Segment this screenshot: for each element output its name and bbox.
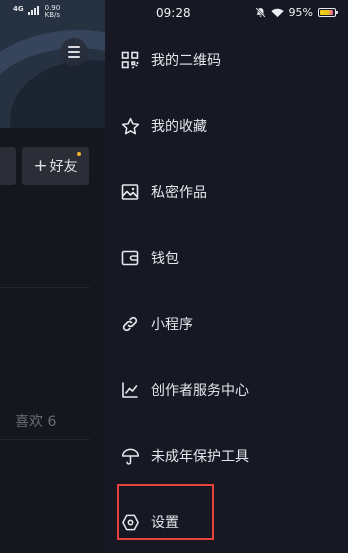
mute-bell-icon <box>254 7 266 18</box>
menu-item-label: 钱包 <box>151 251 179 267</box>
wallet-icon <box>120 248 140 268</box>
umbrella-icon <box>120 446 140 466</box>
battery-icon <box>318 8 338 17</box>
menu-item-minor-protection[interactable]: 未成年保护工具 <box>120 441 249 471</box>
signal-icon <box>27 6 39 15</box>
status-bar-network: 4G 0.90 KB/s <box>13 5 60 19</box>
settings-highlight-box <box>117 484 214 540</box>
menu-item-creator-center[interactable]: 创作者服务中心 <box>120 375 249 405</box>
tab-likes[interactable]: 喜欢 6 <box>15 411 56 431</box>
status-bar-right: 95% <box>254 6 338 19</box>
menu-item-label: 私密作品 <box>151 185 207 201</box>
menu-item-favorites[interactable]: 我的收藏 <box>120 111 207 141</box>
screen: + 好友 喜欢 6 4G 0.90 KB/s 09:28 95% 我的二维码 我… <box>0 0 348 553</box>
plus-icon: + <box>33 155 48 176</box>
menu-item-label: 未成年保护工具 <box>151 449 249 465</box>
menu-item-mini-programs[interactable]: 小程序 <box>120 309 193 339</box>
qr-code-icon <box>120 50 140 70</box>
menu-item-qr-code[interactable]: 我的二维码 <box>120 45 221 75</box>
profile-banner <box>0 0 105 128</box>
edit-profile-button[interactable] <box>0 147 16 185</box>
menu-item-label: 小程序 <box>151 317 193 333</box>
add-friend-label: 好友 <box>49 159 78 175</box>
star-icon <box>120 116 140 136</box>
image-icon <box>120 182 140 202</box>
chart-icon <box>120 380 140 400</box>
status-time: 09:28 <box>156 6 191 20</box>
wifi-icon <box>270 8 284 17</box>
add-friend-button[interactable]: + 好友 <box>22 147 89 185</box>
menu-item-label: 创作者服务中心 <box>151 383 249 399</box>
menu-item-private-works[interactable]: 私密作品 <box>120 177 207 207</box>
divider <box>0 287 90 288</box>
battery-percent: 95% <box>288 6 313 19</box>
network-speed: 0.90 KB/s <box>44 4 61 19</box>
notification-dot <box>77 152 81 156</box>
network-type: 4G <box>13 5 24 13</box>
profile-page-overlay[interactable]: + 好友 喜欢 6 <box>0 0 105 553</box>
menu-item-label: 我的收藏 <box>151 119 207 135</box>
link-icon <box>120 314 140 334</box>
hamburger-menu-icon[interactable] <box>60 38 88 66</box>
menu-item-wallet[interactable]: 钱包 <box>120 243 179 273</box>
menu-item-label: 我的二维码 <box>151 53 221 69</box>
divider <box>0 439 90 440</box>
